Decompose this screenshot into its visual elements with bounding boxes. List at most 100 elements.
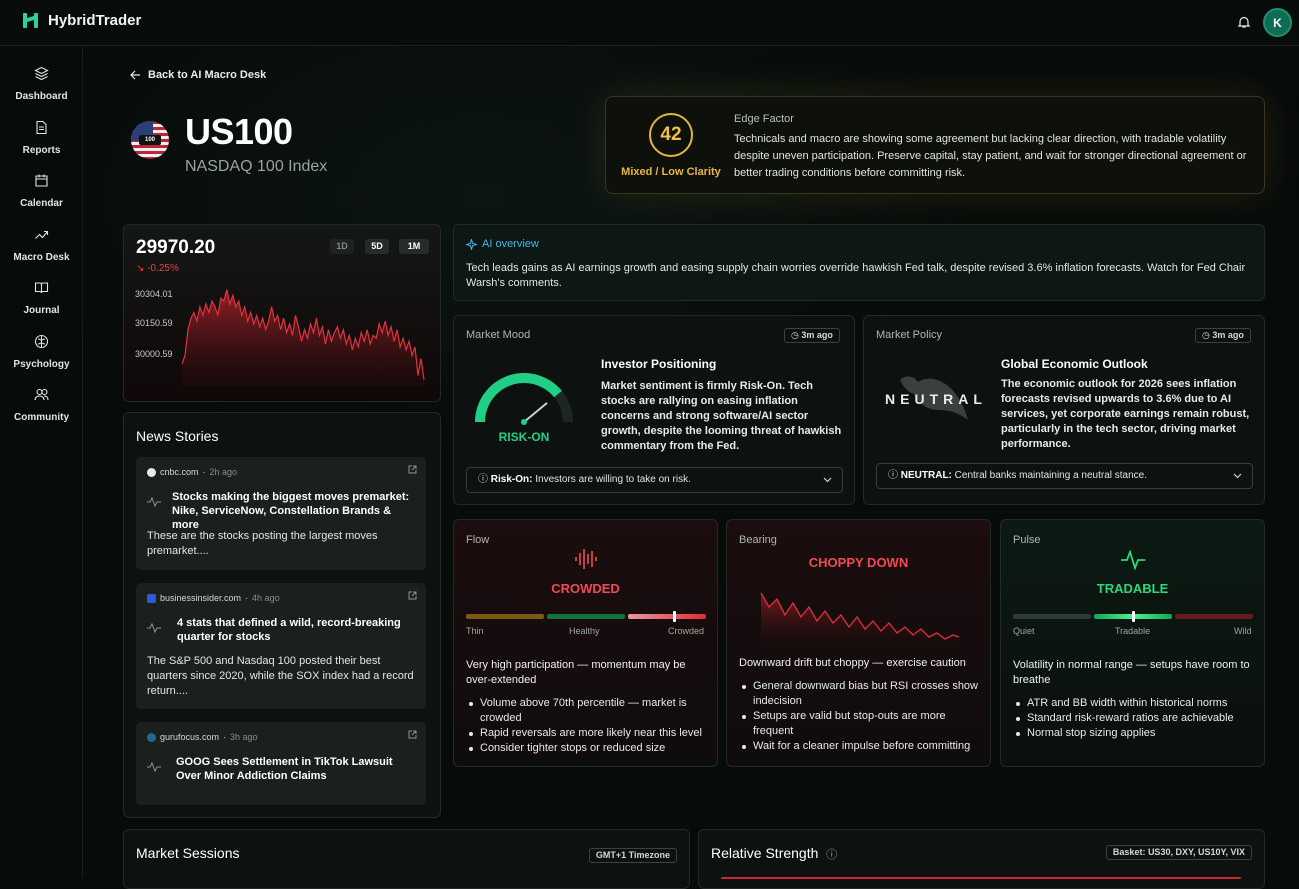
chevron-down-icon (823, 477, 832, 483)
relative-strength-line (721, 877, 1241, 879)
trend-down-icon: ↘ (136, 263, 145, 274)
news-item[interactable]: gurufocus.com · 3h ago GOOG Sees Settlem… (136, 722, 426, 805)
ai-overview-header: AI overview (466, 238, 539, 250)
news-description: The S&P 500 and Nasdaq 100 posted their … (147, 655, 414, 697)
news-time: 3h ago (230, 732, 258, 742)
updated-badge: ◷ 3m ago (784, 328, 840, 343)
brain-icon (34, 334, 49, 349)
dropdown-text: Investors are willing to take on risk. (535, 474, 691, 485)
app-logo[interactable]: HybridTrader (22, 12, 141, 29)
sidebar-item-label: Psychology (13, 359, 70, 370)
activity-icon (147, 762, 161, 772)
dropdown-text: Central banks maintaining a neutral stan… (954, 470, 1148, 481)
bell-icon[interactable] (1237, 15, 1251, 29)
relative-strength-card: Relative Strength ⓘ Basket: US30, DXY, U… (698, 829, 1265, 889)
policy-text: The economic outlook for 2026 sees infla… (1001, 378, 1250, 450)
range-5d-button[interactable]: 5D (365, 239, 389, 254)
info-icon: ⓘ (478, 474, 488, 485)
clock-icon: ◷ (1202, 330, 1210, 340)
market-sessions-card: Market Sessions GMT+1 Timezone (123, 829, 690, 889)
back-link[interactable]: Back to AI Macro Desk (130, 69, 266, 81)
policy-stance: NEUTRAL (885, 391, 987, 407)
bearing-title: Bearing (739, 534, 777, 546)
ai-overview-card: AI overview Tech leads gains as AI earni… (453, 224, 1265, 301)
news-item[interactable]: cnbc.com · 2h ago Stocks making the bigg… (136, 457, 426, 570)
source-name: cnbc.com (160, 467, 199, 477)
flow-bullets: Volume above 70th percentile — market is… (466, 696, 711, 756)
scale-marker (1131, 611, 1135, 622)
sidebar-item-calendar[interactable]: Calendar (0, 173, 83, 217)
edge-title: Edge Factor (734, 113, 794, 125)
document-icon (36, 120, 47, 135)
sound-bars-icon (575, 549, 597, 569)
source-logo-icon (147, 732, 156, 742)
flow-card: Flow CROWDED Thin Healthy Crowded Very h… (453, 519, 718, 767)
help-icon[interactable]: ⓘ (826, 849, 837, 861)
market-mood-card: Market Mood ◷ 3m ago RISK-ON Investor Po… (453, 315, 855, 505)
news-source: cnbc.com · 2h ago (147, 467, 237, 477)
user-avatar[interactable]: K (1263, 8, 1292, 37)
users-icon (34, 388, 49, 401)
sidebar-item-dashboard[interactable]: Dashboard (0, 66, 83, 110)
news-stories-card: News Stories cnbc.com · 2h ago Stocks ma… (123, 412, 441, 818)
sidebar-item-label: Calendar (20, 198, 63, 209)
updated-text: 3m ago (1212, 330, 1244, 340)
edge-factor-card: 42 Mixed / Low Clarity Edge Factor Techn… (605, 96, 1265, 194)
y-axis-label: 30000.59 (135, 349, 173, 359)
dropdown-key: NEUTRAL: (900, 470, 952, 481)
scale-label: Crowded (668, 626, 705, 636)
updated-text: 3m ago (801, 330, 833, 340)
market-mood-title: Market Mood (466, 329, 531, 341)
sidebar-item-macro-desk[interactable]: Macro Desk (0, 227, 83, 271)
news-source: gurufocus.com · 3h ago (147, 732, 258, 742)
neutral-dropdown[interactable]: ⓘ NEUTRAL: Central banks maintaining a n… (876, 463, 1253, 489)
scale-label: Healthy (569, 626, 600, 636)
bearing-card: Bearing CHOPPY DOWN Downward drift but c… (726, 519, 991, 767)
news-item[interactable]: businessinsider.com · 4h ago 4 stats tha… (136, 583, 426, 709)
chevron-down-icon (1233, 473, 1242, 479)
scale-label: Wild (1234, 626, 1252, 636)
us-flag-icon: 100 (131, 121, 169, 159)
external-link-icon[interactable] (408, 465, 417, 474)
bullet-item: ATR and BB width within historical norms (1013, 696, 1258, 711)
y-axis-label: 30150.59 (135, 318, 173, 328)
risk-gauge (475, 373, 573, 425)
external-link-icon[interactable] (408, 591, 417, 600)
app-name: HybridTrader (48, 12, 142, 29)
pulse-summary: Volatility in normal range — setups have… (1013, 659, 1250, 686)
flow-summary: Very high participation — momentum may b… (466, 659, 686, 686)
instrument-symbol: US100 (185, 111, 293, 152)
market-policy-title: Market Policy (876, 329, 943, 341)
external-link-icon[interactable] (408, 730, 417, 739)
sidebar-item-label: Community (14, 412, 69, 423)
activity-icon (147, 623, 161, 633)
news-title: News Stories (136, 428, 219, 444)
sidebar-item-label: Macro Desk (13, 252, 70, 263)
sidebar-item-community[interactable]: Community (0, 387, 83, 431)
book-icon (34, 282, 49, 294)
range-1m-button[interactable]: 1M (399, 239, 429, 254)
sidebar-item-psychology[interactable]: Psychology (0, 334, 83, 378)
risk-on-dropdown[interactable]: ⓘ Risk-On: Investors are willing to take… (466, 467, 843, 493)
scale-segment-crowded (628, 614, 706, 619)
market-policy-card: Market Policy ◷ 3m ago NEUTRAL Global Ec… (863, 315, 1265, 505)
sidebar-item-journal[interactable]: Journal (0, 280, 83, 324)
back-link-label: Back to AI Macro Desk (148, 69, 267, 81)
price-card: 29970.20 ↘ -0.25% 1D 5D 1M 30304.01 3015… (123, 224, 441, 402)
logo-icon (22, 12, 39, 29)
range-1d-button[interactable]: 1D (330, 239, 354, 254)
bullet-item: Setups are valid but stop-outs are more … (739, 709, 984, 739)
main-content: Back to AI Macro Desk 100 US100 NASDAQ 1… (84, 47, 1299, 889)
sidebar-item-reports[interactable]: Reports (0, 120, 83, 164)
sidebar-item-label: Dashboard (15, 91, 68, 102)
sidebar-item-label: Reports (22, 145, 61, 156)
scale-label: Quiet (1013, 626, 1035, 636)
bearing-summary: Downward drift but choppy — exercise cau… (739, 657, 966, 669)
bullet-item: General downward bias but RSI crosses sh… (739, 679, 984, 709)
instrument-name: NASDAQ 100 Index (185, 158, 328, 175)
layers-icon (34, 66, 49, 81)
sidebar-item-label: Journal (23, 305, 60, 316)
timezone-badge[interactable]: GMT+1 Timezone (588, 848, 677, 863)
updated-badge: ◷ 3m ago (1195, 328, 1251, 343)
news-headline: Stocks making the biggest moves premarke… (172, 491, 410, 531)
